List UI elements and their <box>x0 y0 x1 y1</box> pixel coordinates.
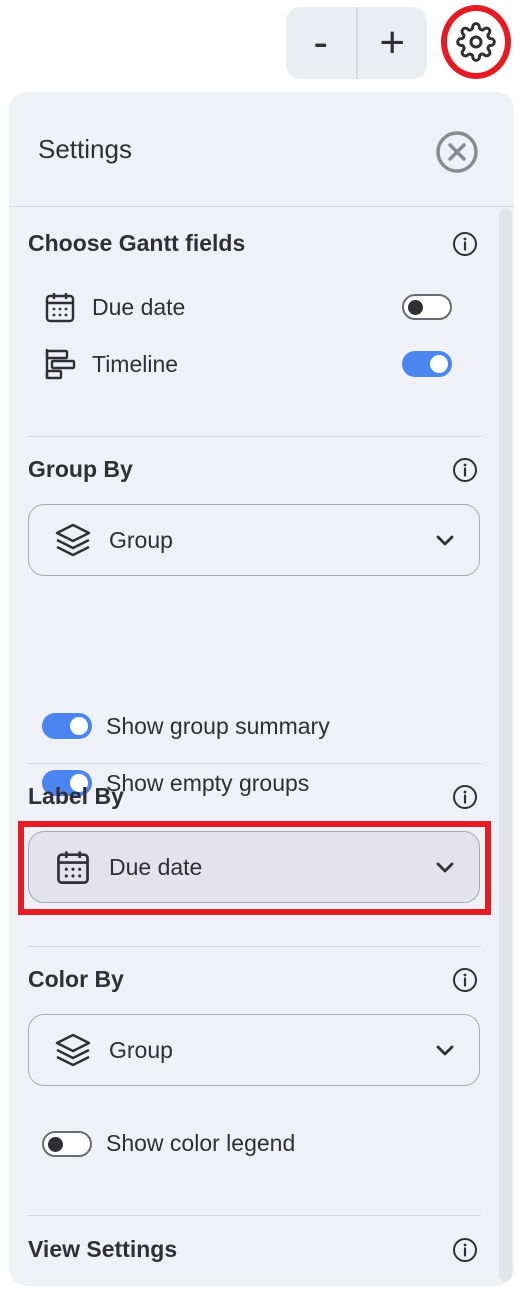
divider <box>28 1215 481 1216</box>
gantt-fields-section: Choose Gantt fields Due date Timeline <box>28 230 481 430</box>
divider <box>28 946 481 947</box>
group-by-dropdown[interactable]: Group <box>28 504 480 576</box>
label-by-dropdown[interactable]: Due date <box>28 831 480 903</box>
close-icon[interactable] <box>435 130 479 174</box>
section-title-color-by: Color By <box>28 966 124 992</box>
chevron-down-icon <box>436 862 454 873</box>
scrollbar[interactable] <box>499 209 512 1282</box>
show-group-summary-toggle[interactable] <box>42 713 92 739</box>
chevron-down-icon <box>436 535 454 546</box>
settings-panel: Settings Choose Gantt fields Due date Ti… <box>9 92 514 1286</box>
gantt-field-label: Timeline <box>92 350 179 377</box>
gear-icon <box>456 22 496 62</box>
chevron-down-icon <box>436 1045 454 1056</box>
color-by-section: Color By Group Show color legend <box>28 966 481 1166</box>
show-color-legend-toggle[interactable] <box>42 1131 92 1157</box>
gantt-field-label: Due date <box>92 293 186 320</box>
calendar-icon <box>42 289 78 325</box>
group-by-section: Group By Group Show group summary Show e… <box>28 456 481 796</box>
color-by-dropdown[interactable]: Group <box>28 1014 480 1086</box>
gantt-field-timeline: Timeline <box>42 344 462 384</box>
layers-icon <box>53 1030 93 1070</box>
label-by-section: Label By Due date <box>28 783 481 933</box>
color-by-selected: Group <box>109 1036 173 1063</box>
info-icon[interactable] <box>452 1237 478 1263</box>
panel-header: Settings <box>9 92 514 207</box>
calendar-icon <box>53 847 93 887</box>
section-title-view-settings: View Settings <box>28 1236 178 1262</box>
divider <box>28 436 481 437</box>
zoom-in-button[interactable]: + <box>358 7 428 79</box>
label-by-selected: Due date <box>109 853 203 880</box>
timeline-icon <box>42 346 78 382</box>
section-title-group-by: Group By <box>28 456 133 482</box>
section-title-label-by: Label By <box>28 783 124 809</box>
section-title-gantt-fields: Choose Gantt fields <box>28 230 246 256</box>
info-icon[interactable] <box>452 784 478 810</box>
info-icon[interactable] <box>452 967 478 993</box>
settings-button[interactable] <box>441 5 511 79</box>
info-icon[interactable] <box>452 457 478 483</box>
show-color-legend-label: Show color legend <box>106 1130 296 1156</box>
info-icon[interactable] <box>452 231 478 257</box>
gantt-field-due-date: Due date <box>42 287 462 327</box>
show-group-summary-label: Show group summary <box>106 713 330 739</box>
due-date-toggle[interactable] <box>402 294 452 320</box>
view-settings-section: View Settings <box>28 1236 481 1276</box>
zoom-out-button[interactable]: - <box>286 7 356 79</box>
divider <box>28 763 481 764</box>
zoom-controls: - + <box>286 7 427 79</box>
group-by-selected: Group <box>109 526 173 553</box>
panel-title: Settings <box>38 134 132 164</box>
layers-icon <box>53 520 93 560</box>
timeline-toggle[interactable] <box>402 351 452 377</box>
